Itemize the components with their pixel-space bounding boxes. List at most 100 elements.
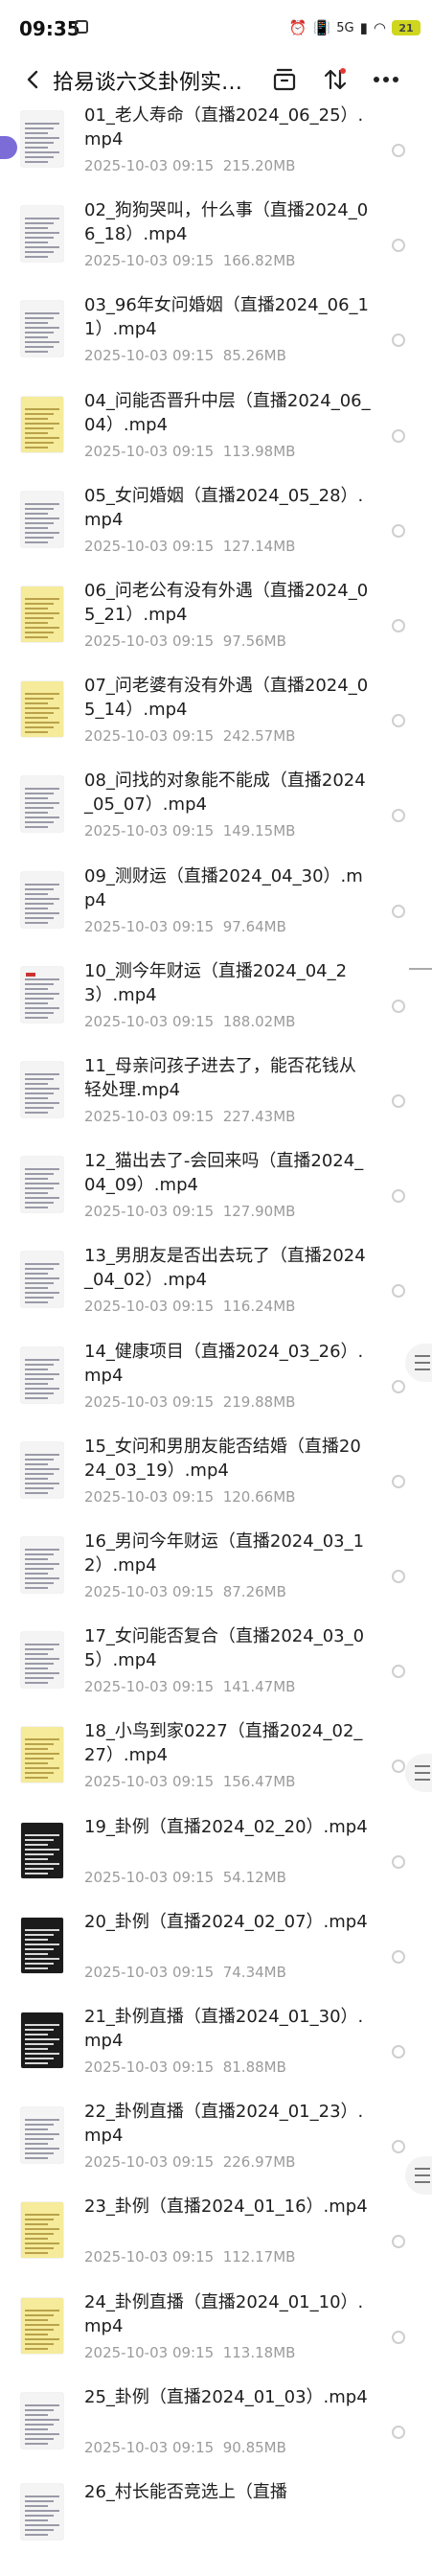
file-list-item[interactable]: 13_男朋友是否出去玩了（直播2024_04_02）.mp4 2025-10-03… <box>0 1244 432 1340</box>
file-list-item[interactable]: 05_女问婚姻（直播2024_05_28）.mp4 2025-10-03 09:1… <box>0 484 432 580</box>
file-list-item[interactable]: 03_96年女问婚姻（直播2024_06_11）.mp4 2025-10-03 0… <box>0 293 432 389</box>
select-radio[interactable] <box>392 239 405 252</box>
file-list-item[interactable]: 18_小鸟到家0227（直播2024_02_27）.mp4 2025-10-03 … <box>0 1719 432 1815</box>
select-radio[interactable] <box>392 1950 405 1964</box>
video-thumbnail <box>21 2298 63 2354</box>
video-thumbnail <box>21 2012 63 2068</box>
select-radio[interactable] <box>392 334 405 347</box>
file-list-item[interactable]: 02_狗狗哭叫，什么事（直播2024_06_18）.mp4 2025-10-03 … <box>0 198 432 294</box>
file-date: 2025-10-03 09:15 <box>84 2058 215 2076</box>
file-date: 2025-10-03 09:15 <box>84 1203 215 1220</box>
status-icons: ⏰ 📳 5G ▮ ◠ 21 <box>289 15 421 40</box>
file-meta: 2025-10-03 09:15 54.12MB <box>84 1869 286 1886</box>
save-to-cloud-button[interactable] <box>268 63 301 96</box>
select-radio[interactable] <box>392 619 405 632</box>
video-thumbnail <box>21 301 63 356</box>
more-button[interactable] <box>370 63 402 96</box>
status-time: 09:35 <box>19 17 80 40</box>
file-name: 26_村长能否竞选上（直播 <box>84 2482 287 2502</box>
file-list-item[interactable]: 08_问找的对象能不能成（直播2024_05_07）.mp4 2025-10-03… <box>0 769 432 864</box>
select-radio[interactable] <box>392 1284 405 1298</box>
video-thumbnail <box>21 586 63 642</box>
file-list-item[interactable]: 25_卦例（直播2024_01_03）.mp4 2025-10-03 09:15 … <box>0 2385 432 2481</box>
select-radio[interactable] <box>392 144 405 157</box>
select-radio[interactable] <box>392 1665 405 1678</box>
file-list-item[interactable]: 04_问能否晋升中层（直播2024_06_04）.mp4 2025-10-03 0… <box>0 389 432 485</box>
app-header: 拾易谈六爻卦例实… <box>0 58 432 102</box>
file-list-item[interactable]: 20_卦例（直播2024_02_07）.mp4 2025-10-03 09:15 … <box>0 1910 432 2006</box>
file-size: 97.56MB <box>222 632 286 650</box>
file-list-item[interactable]: 11_母亲问孩子进去了，能否花钱从轻处理.mp4 2025-10-03 09:15… <box>0 1054 432 1150</box>
file-list-item[interactable]: 12_猫出去了-会回来吗（直播2024_04_09）.mp4 2025-10-03… <box>0 1149 432 1245</box>
select-radio[interactable] <box>392 714 405 727</box>
file-list-item[interactable]: 09_测财运（直播2024_04_30）.mp4 2025-10-03 09:15… <box>0 864 432 960</box>
select-radio[interactable] <box>392 905 405 918</box>
select-radio[interactable] <box>392 1855 405 1869</box>
file-date: 2025-10-03 09:15 <box>84 2344 215 2361</box>
file-size: 149.15MB <box>222 822 296 840</box>
select-radio[interactable] <box>392 2235 405 2248</box>
file-list-item[interactable]: 16_男问今年财运（直播2024_03_12）.mp4 2025-10-03 09… <box>0 1530 432 1625</box>
file-name: 12_猫出去了-会回来吗（直播2024_04_09）.mp4 <box>84 1151 364 1195</box>
file-name: 05_女问婚姻（直播2024_05_28）.mp4 <box>84 486 364 530</box>
file-list-item[interactable]: 10_测今年财运（直播2024_04_23）.mp4 2025-10-03 09:… <box>0 959 432 1055</box>
alarm-icon: ⏰ <box>288 19 307 36</box>
select-radio[interactable] <box>392 2140 405 2153</box>
file-date: 2025-10-03 09:15 <box>84 1013 215 1030</box>
sort-button[interactable] <box>319 63 352 96</box>
video-thumbnail <box>21 1823 63 1878</box>
file-list-item[interactable]: 01_老人寿命（直播2024_06_25）.mp4 2025-10-03 09:1… <box>0 104 432 199</box>
select-radio[interactable] <box>392 2426 405 2439</box>
select-radio[interactable] <box>392 1475 405 1488</box>
video-thumbnail <box>21 2484 63 2540</box>
file-name: 09_测财运（直播2024_04_30）.mp4 <box>84 866 363 910</box>
file-list-item[interactable]: 15_女问和男朋友能否结婚（直播2024_03_19）.mp4 2025-10-0… <box>0 1435 432 1530</box>
select-radio[interactable] <box>392 2045 405 2058</box>
file-name: 07_问老婆有没有外遇（直播2024_05_14）.mp4 <box>84 676 369 720</box>
file-meta: 2025-10-03 09:15 219.88MB <box>84 1393 295 1411</box>
page-title: 拾易谈六爻卦例实… <box>53 71 243 95</box>
select-radio[interactable] <box>392 524 405 538</box>
video-thumbnail <box>21 1252 63 1307</box>
video-thumbnail <box>21 206 63 262</box>
file-list-item[interactable]: 22_卦例直播（直播2024_01_23）.mp4 2025-10-03 09:1… <box>0 2100 432 2196</box>
file-list-item[interactable]: 24_卦例直播（直播2024_01_10）.mp4 2025-10-03 09:1… <box>0 2290 432 2386</box>
file-name: 20_卦例（直播2024_02_07）.mp4 <box>84 1912 368 1932</box>
file-size: 116.24MB <box>222 1298 296 1315</box>
select-radio[interactable] <box>392 809 405 822</box>
file-name: 11_母亲问孩子进去了，能否花钱从轻处理.mp4 <box>84 1056 356 1100</box>
select-radio[interactable] <box>392 429 405 443</box>
video-thumbnail <box>21 397 63 452</box>
back-icon[interactable] <box>19 65 48 94</box>
select-radio[interactable] <box>392 1380 405 1393</box>
more-icon <box>374 77 398 82</box>
file-list-item[interactable]: 07_问老婆有没有外遇（直播2024_05_14）.mp4 2025-10-03 … <box>0 674 432 770</box>
file-list-item[interactable]: 06_问老公有没有外遇（直播2024_05_21）.mp4 2025-10-03 … <box>0 579 432 675</box>
file-size: 215.20MB <box>222 157 296 174</box>
file-date: 2025-10-03 09:15 <box>84 1964 215 1981</box>
file-meta: 2025-10-03 09:15 85.26MB <box>84 347 286 364</box>
select-radio[interactable] <box>392 1760 405 1773</box>
file-date: 2025-10-03 09:15 <box>84 1488 215 1506</box>
select-radio[interactable] <box>392 1000 405 1013</box>
file-date: 2025-10-03 09:15 <box>84 727 215 745</box>
file-date: 2025-10-03 09:15 <box>84 443 215 460</box>
file-list-item[interactable]: 21_卦例直播（直播2024_01_30）.mp4 2025-10-03 09:1… <box>0 2005 432 2101</box>
file-size: 127.90MB <box>222 1203 296 1220</box>
select-radio[interactable] <box>392 1570 405 1583</box>
file-name: 21_卦例直播（直播2024_01_30）.mp4 <box>84 2007 364 2051</box>
file-date: 2025-10-03 09:15 <box>84 1583 215 1600</box>
video-thumbnail <box>21 681 63 737</box>
select-radio[interactable] <box>392 1189 405 1203</box>
select-radio[interactable] <box>392 2331 405 2344</box>
file-list-item[interactable]: 23_卦例（直播2024_01_16）.mp4 2025-10-03 09:15 … <box>0 2195 432 2290</box>
file-date: 2025-10-03 09:15 <box>84 2248 215 2266</box>
file-size: 227.43MB <box>222 1108 296 1125</box>
file-list-item[interactable]: 26_村长能否竞选上（直播 <box>0 2480 432 2576</box>
file-list-item[interactable]: 17_女问能否复合（直播2024_03_05）.mp4 2025-10-03 09… <box>0 1624 432 1720</box>
select-radio[interactable] <box>392 1094 405 1108</box>
file-meta: 2025-10-03 09:15 87.26MB <box>84 1583 286 1600</box>
file-size: 112.17MB <box>222 2248 296 2266</box>
file-list-item[interactable]: 14_健康项目（直播2024_03_26）.mp4 2025-10-03 09:1… <box>0 1340 432 1436</box>
file-list-item[interactable]: 19_卦例（直播2024_02_20）.mp4 2025-10-03 09:15 … <box>0 1815 432 1911</box>
